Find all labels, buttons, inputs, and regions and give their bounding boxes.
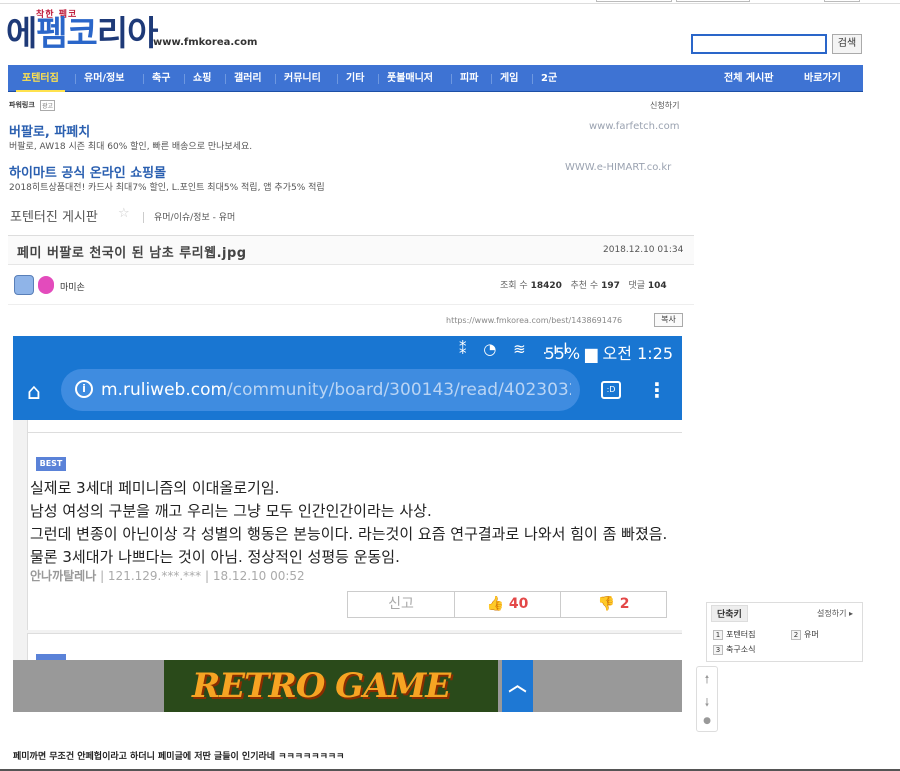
nav-item-shopping[interactable]: 쇼핑 <box>193 65 211 92</box>
shortcut-title: 단축키 <box>711 605 748 622</box>
post-title: 페미 버팔로 천국이 된 남초 루리웹.jpg <box>17 246 247 261</box>
nav-item-2gun[interactable]: 2군 <box>541 65 557 92</box>
post-date: 2018.12.10 01:34 <box>603 245 684 255</box>
nav-item-poten[interactable]: 포텐터짐 <box>16 65 65 92</box>
comment-line: 실제로 3세대 페미니즘의 이대올로기임. <box>30 479 280 497</box>
nav-item-community[interactable]: 커뮤니티 <box>284 65 321 92</box>
best-badge: BEST <box>36 457 66 471</box>
like-count: 40 <box>508 596 529 612</box>
shortcut-item[interactable]: 3 축구소식 <box>713 644 755 655</box>
nav-item-etc[interactable]: 기타 <box>346 65 364 92</box>
thumbs-up-icon: 👍 <box>486 596 505 612</box>
phone-status-bar: ⁑ ◔ ≋ .ıl 55% ▆ 오전 1:25 <box>13 336 682 366</box>
url-domain: m.ruliweb.com <box>101 380 228 400</box>
star-icon[interactable]: ☆ <box>118 206 130 221</box>
info-icon: i <box>75 380 93 398</box>
powerlink-apply-link[interactable]: 신청하기 <box>650 100 679 111</box>
main-nav: 포텐터짐 유머/정보 축구 쇼핑 갤러리 커뮤니티 기타 풋볼매니저 피파 게임… <box>8 65 863 92</box>
search-input[interactable] <box>691 34 827 54</box>
logo-url: www.fmkorea.com <box>153 37 258 48</box>
search-button[interactable]: 검색 <box>832 34 862 54</box>
likes-count: 197 <box>601 281 620 291</box>
divider <box>27 432 682 433</box>
divider <box>8 304 694 305</box>
comment-line: 그런데 변종이 아닌이상 각 성별의 행동은 본능이다. 라는것이 요즘 연구결… <box>30 525 668 543</box>
nav-item-fm[interactable]: 풋볼매니저 <box>387 65 433 92</box>
banner-text: RETRO GAME <box>192 666 451 706</box>
top-input-2[interactable] <box>676 0 750 2</box>
comments-count: 104 <box>647 281 667 291</box>
post-body-text: 페미까면 무조건 안페헙이라고 하더니 페미글에 저딴 글들이 인기라네 ㅋㅋㅋ… <box>13 752 345 762</box>
post-stats: 조회 수 18420 추천 수 197 댓글 104 <box>500 278 667 291</box>
nav-item-game[interactable]: 게임 <box>500 65 518 92</box>
scroll-top-icon[interactable]: 🠕 <box>697 671 717 690</box>
comment-meta: 안나까탈레나 | 121.129.***.*** | 18.12.10 00:5… <box>30 567 305 584</box>
site-logo[interactable]: 에펨코리아 <box>6 14 158 54</box>
views-count: 18420 <box>530 281 562 291</box>
retro-game-banner: RETRO GAME <box>164 660 498 712</box>
comment-author: 안나까탈레나 <box>30 569 97 583</box>
author-name[interactable]: 마미손 <box>60 280 85 293</box>
divider <box>143 212 144 223</box>
views-label: 조회 수 <box>500 281 528 291</box>
ad-title[interactable]: 버팔로, 파페치 <box>9 121 90 140</box>
comment-actions: 신고 👍 40 👎 2 <box>347 591 667 618</box>
home-icon: ⌂ <box>27 380 41 405</box>
top-button[interactable] <box>824 0 860 2</box>
shortcut-item[interactable]: 1 포텐터짐 <box>713 629 755 640</box>
shortcut-item[interactable]: 2 유머 <box>791 629 819 640</box>
nav-all-boards[interactable]: 전체 게시판 <box>724 65 773 92</box>
scroll-bottom-icon[interactable]: 🠗 <box>697 694 717 713</box>
like-button: 👍 40 <box>455 592 561 617</box>
ad-title[interactable]: 하이마트 공식 온라인 쇼핑몰 <box>9 162 166 181</box>
ad-description: 2018히트상품대전! 카드사 최대7% 할인, L.포인트 최대5% 적립, … <box>9 183 325 193</box>
comment-line: 남성 여성의 구분을 깨고 우리는 그냥 모두 인간인간이라는 사상. <box>30 502 432 520</box>
ad-url[interactable]: WWW.e-HIMART.co.kr <box>565 162 671 173</box>
more-menu-icon: ⋮ <box>647 378 667 402</box>
comments-label: 댓글 <box>628 281 646 291</box>
nav-item-football[interactable]: 축구 <box>152 65 170 92</box>
chevron-up-icon: ︿ <box>502 660 533 712</box>
floating-nav: 🠕 🠗 ● <box>696 666 718 732</box>
address-text: m.ruliweb.com/community/board/300143/rea… <box>101 380 571 400</box>
board-category[interactable]: 유머/이슈/정보 - 유머 <box>154 210 235 223</box>
nav-item-fifa[interactable]: 피파 <box>460 65 478 92</box>
avatar <box>38 276 54 294</box>
member-level-icon <box>14 275 34 295</box>
url-path: /community/board/300143/read/40230326?vi… <box>227 380 571 400</box>
likes-label: 추천 수 <box>570 281 599 291</box>
thumbs-down-icon: 👎 <box>597 596 615 612</box>
ad-badge: 광고 <box>40 100 56 111</box>
status-text: 55% ▆ 오전 1:25 <box>544 344 674 363</box>
report-button: 신고 <box>348 592 455 617</box>
nav-item-humor[interactable]: 유머/정보 <box>84 65 124 92</box>
post-url[interactable]: https://www.fmkorea.com/best/1438691476 <box>446 316 622 325</box>
shortcut-settings-link[interactable]: 설정하기 ▸ <box>817 608 853 619</box>
comment-icon[interactable]: ● <box>697 716 717 726</box>
powerlink-label: 파워링크 <box>9 101 35 109</box>
dislike-button: 👎 2 <box>561 592 666 617</box>
embedded-screenshot: ⁑ ◔ ≋ .ıl 55% ▆ 오전 1:25 ⌂ i m.ruliweb.co… <box>13 336 682 712</box>
dislike-count: 2 <box>619 596 630 612</box>
top-input-1[interactable] <box>596 0 672 2</box>
comment-line: 물론 3세대가 나쁘다는 것이 아님. 정상적인 성평등 운동임. <box>30 548 400 566</box>
copy-url-button[interactable]: 복사 <box>654 313 683 327</box>
shortcut-box: 단축키 설정하기 ▸ 1 포텐터짐 2 유머 3 축구소식 <box>706 602 863 662</box>
tabs-icon: :D <box>601 381 621 399</box>
top-toolbar <box>0 0 900 4</box>
nav-item-gallery[interactable]: 갤러리 <box>234 65 262 92</box>
logo-text: 에펨코리아 <box>6 14 158 54</box>
ad-url[interactable]: www.farfetch.com <box>589 121 680 132</box>
board-name[interactable]: 포텐터진 게시판 <box>10 206 98 225</box>
comment-card <box>27 633 682 663</box>
comment-ip-date: | 121.129.***.*** | 18.12.10 00:52 <box>96 569 305 583</box>
nav-shortcuts[interactable]: 바로가기 <box>804 65 841 92</box>
ad-description: 버팔로, AW18 시즌 최대 60% 할인, 빠른 배송으로 만나보세요. <box>9 142 253 152</box>
